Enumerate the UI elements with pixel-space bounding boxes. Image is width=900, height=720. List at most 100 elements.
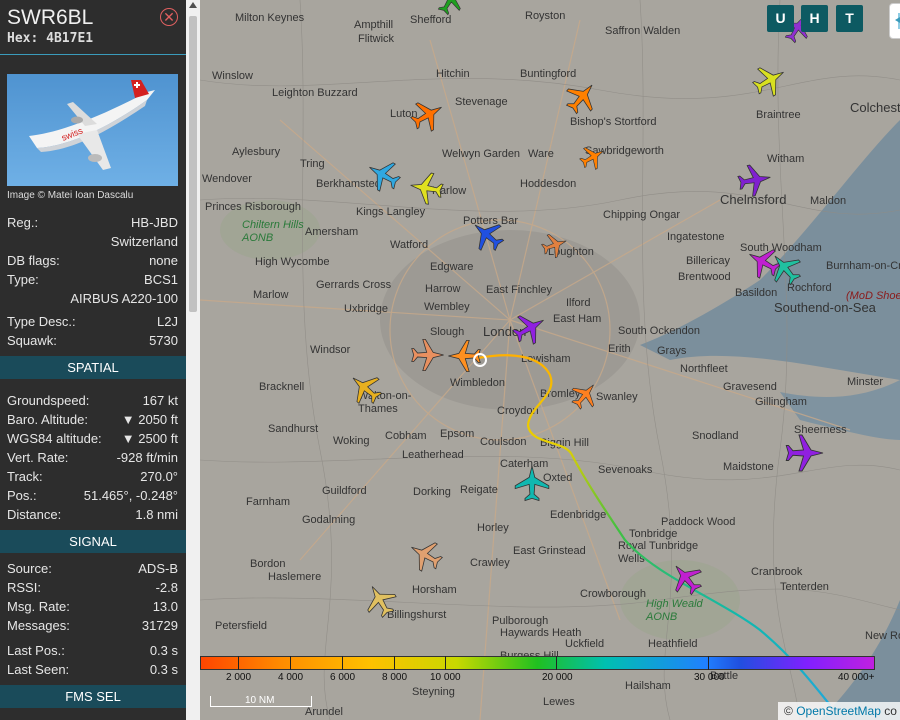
map-scale-label: 10 NM [245, 695, 275, 706]
aircraft-callsign: SWR6BL [7, 6, 94, 29]
signal-row-source: Source: ADS-B [7, 561, 178, 577]
colorbar-tick [394, 656, 395, 670]
spatial-label: Track: [7, 469, 43, 484]
section-header-spatial[interactable]: SPATIAL [0, 356, 186, 379]
toggle-u-button[interactable]: U [767, 5, 794, 32]
detail-label: Type Desc.: [7, 314, 76, 329]
signal-label: Source: [7, 561, 52, 576]
detail-label: Reg.: [7, 215, 39, 230]
signal-label: Messages: [7, 618, 70, 633]
signal-label: RSSI: [7, 580, 41, 595]
image-credit: Image © Matei Ioan Dascalu [7, 190, 134, 201]
signal-value: 0.3 s [149, 662, 178, 677]
section-header-signal[interactable]: SIGNAL [0, 530, 186, 553]
copyright-symbol: © [784, 704, 793, 718]
selected-flight-track [477, 354, 831, 706]
signal-value: 31729 [141, 618, 178, 633]
flight-layer [342, 0, 831, 706]
spatial-label: WGS84 altitude: [7, 431, 102, 446]
signal-value: -2.8 [155, 580, 178, 595]
sidebar-scrollbar[interactable] [186, 0, 200, 720]
detail-row-type: Type: BCS1 [7, 272, 178, 288]
detail-row-model: AIRBUS A220-100 [7, 291, 178, 307]
close-icon[interactable]: ✕ [160, 8, 178, 26]
colorbar-label: 8 000 [382, 672, 408, 683]
spatial-row-track: Track: 270.0° [7, 469, 178, 485]
toggle-t-button[interactable]: T [836, 5, 863, 32]
spatial-value: ▼ 2050 ft [121, 412, 178, 427]
spatial-value: 270.0° [140, 469, 178, 484]
colorbar-tick [238, 656, 239, 670]
spatial-value: ▼ 2500 ft [121, 431, 178, 446]
signal-label: Msg. Rate: [7, 599, 70, 614]
spatial-row-position: Pos.: 51.465°, -0.248° [7, 488, 178, 504]
spatial-value: 1.8 nmi [135, 507, 178, 522]
map-attribution: © OpenStreetMap co [778, 702, 900, 720]
spatial-row-wgs84-altitude: WGS84 altitude: ▼ 2500 ft [7, 431, 178, 447]
colorbar-tick [556, 656, 557, 670]
detail-value: HB-JBD [131, 215, 178, 230]
detail-value: L2J [157, 314, 178, 329]
spatial-row-distance: Distance: 1.8 nmi [7, 507, 178, 523]
colorbar-label: 2 000 [226, 672, 252, 683]
detail-value: BCS1 [144, 272, 178, 287]
colorbar-tick [290, 656, 291, 670]
scroll-up-arrow-icon[interactable] [189, 2, 197, 8]
spatial-label: Distance: [7, 507, 62, 522]
spatial-value: 51.465°, -0.248° [83, 488, 178, 503]
signal-row-last-seen: Last Seen: 0.3 s [7, 662, 178, 678]
colorbar-label: 10 000 [430, 672, 461, 683]
detail-value: Switzerland [110, 234, 178, 249]
spatial-value: 167 kt [142, 393, 178, 408]
detail-label: Squawk: [7, 333, 57, 348]
spatial-row-groundspeed: Groundspeed: 167 kt [7, 393, 178, 409]
header-divider [0, 54, 186, 55]
signal-row-rssi: RSSI: -2.8 [7, 580, 178, 596]
detail-label: DB flags: [7, 253, 60, 268]
layers-button[interactable] [889, 3, 900, 39]
signal-value: 0.3 s [149, 643, 178, 658]
detail-value: AIRBUS A220-100 [70, 291, 178, 306]
aircraft-photo[interactable]: swiss [7, 74, 178, 186]
signal-row-msg-rate: Msg. Rate: 13.0 [7, 599, 178, 615]
colorbar-label: 20 000 [542, 672, 573, 683]
signal-value: 13.0 [152, 599, 178, 614]
altitude-colorbar [200, 656, 875, 670]
spatial-label: Pos.: [7, 488, 37, 503]
colorbar-label: 40 000+ [838, 672, 875, 683]
detail-row-squawk: Squawk: 5730 [7, 333, 178, 349]
detail-row-reg: Reg.: HB-JBD [7, 215, 178, 231]
detail-value: none [149, 253, 178, 268]
section-header-fms[interactable]: FMS SEL [0, 685, 186, 708]
aircraft-hex: Hex: 4B17E1 [7, 31, 94, 46]
attribution-suffix: co [880, 704, 897, 718]
detail-row-type-desc: Type Desc.: L2J [7, 314, 178, 330]
spatial-row-vert-rate: Vert. Rate: -928 ft/min [7, 450, 178, 466]
colorbar-label: 4 000 [278, 672, 304, 683]
signal-label: Last Pos.: [7, 643, 65, 658]
colorbar-tick [708, 656, 709, 670]
layers-icon [895, 13, 900, 29]
colorbar-tick [445, 656, 446, 670]
detail-row-db-flags: DB flags: none [7, 253, 178, 269]
detail-row-country: Switzerland [7, 234, 178, 250]
signal-row-last-pos: Last Pos.: 0.3 s [7, 643, 178, 659]
spatial-label: Vert. Rate: [7, 450, 69, 465]
spatial-label: Baro. Altitude: [7, 412, 88, 427]
spatial-row-baro-altitude: Baro. Altitude: ▼ 2050 ft [7, 412, 178, 428]
openstreetmap-link[interactable]: OpenStreetMap [796, 704, 881, 718]
signal-row-messages: Messages: 31729 [7, 618, 178, 634]
colorbar-label: 6 000 [330, 672, 356, 683]
signal-label: Last Seen: [7, 662, 70, 677]
scrollbar-thumb[interactable] [189, 16, 197, 312]
spatial-label: Groundspeed: [7, 393, 90, 408]
spatial-value: -928 ft/min [116, 450, 178, 465]
toggle-h-button[interactable]: H [801, 5, 828, 32]
colorbar-label: 30 000 [694, 672, 725, 683]
map-view[interactable]: Milton Keynes Shefford Royston Ampthill … [200, 0, 900, 720]
colorbar-tick [342, 656, 343, 670]
signal-value: ADS-B [138, 561, 178, 576]
detail-value: 5730 [149, 333, 178, 348]
aircraft-info-panel: SWR6BL Hex: 4B17E1 ✕ swiss Image © Matei… [0, 0, 186, 720]
detail-label: Type: [7, 272, 39, 287]
